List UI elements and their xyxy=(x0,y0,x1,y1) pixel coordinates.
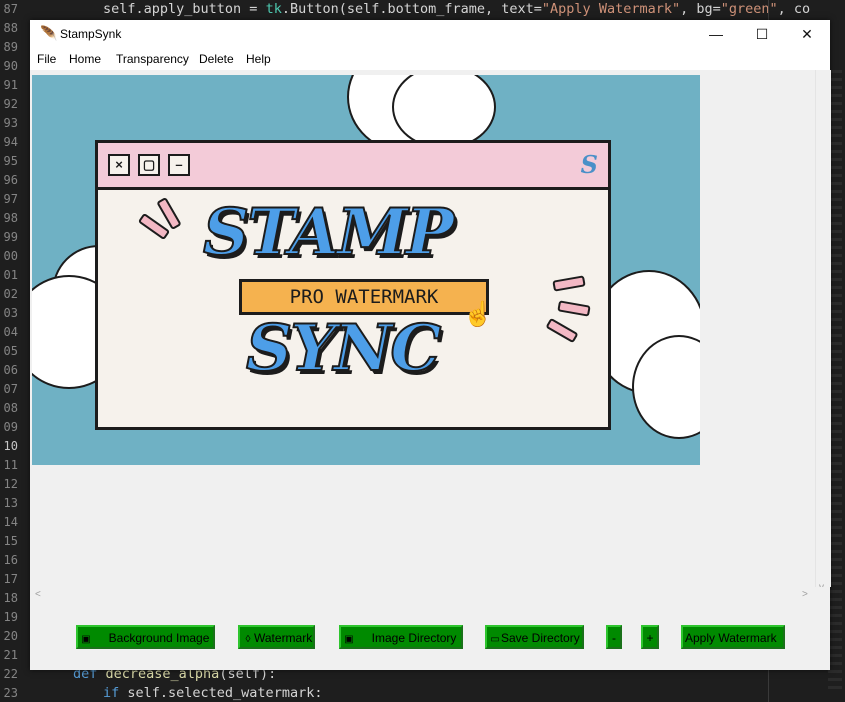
code-text: self.apply_button = xyxy=(103,1,266,17)
title-bar[interactable]: 🪶 StampSynk — ☐ ✕ xyxy=(30,20,830,48)
line-number: 93 xyxy=(3,116,18,130)
line-number: 08 xyxy=(3,401,18,415)
image-icon: ▣ xyxy=(81,634,91,645)
line-number: 10 xyxy=(3,439,18,453)
accent-dash xyxy=(557,300,591,317)
line-number: 03 xyxy=(3,306,18,320)
pro-watermark-badge: PRO WATERMARK xyxy=(239,279,489,315)
minimize-button[interactable]: — xyxy=(693,20,739,48)
menu-transparency[interactable]: Transparency xyxy=(116,52,189,66)
decrease-alpha-button[interactable]: - xyxy=(606,625,622,649)
image-directory-button[interactable]: ▣ Image Directory xyxy=(339,625,463,649)
line-number: 98 xyxy=(3,211,18,225)
line-number: 06 xyxy=(3,363,18,377)
scroll-left-arrow[interactable]: < xyxy=(35,589,41,600)
line-number: 20 xyxy=(3,629,18,643)
background-image-button[interactable]: ▣ Background Image xyxy=(76,625,215,649)
line-number: 92 xyxy=(3,97,18,111)
increase-alpha-button[interactable]: + xyxy=(641,625,659,649)
minimize-icon: – xyxy=(168,154,190,176)
line-number: 88 xyxy=(3,21,18,35)
logo-word-sync: SYNC xyxy=(245,310,442,387)
horizontal-scrollbar[interactable]: < > xyxy=(30,587,830,604)
code-text: tk xyxy=(265,1,282,17)
watermark-button[interactable]: ◊ Watermark xyxy=(238,625,315,649)
maximize-button[interactable]: ☐ xyxy=(739,20,785,48)
line-number: 02 xyxy=(3,287,18,301)
scroll-right-arrow[interactable]: > xyxy=(802,589,808,600)
code-text: , co xyxy=(777,1,811,17)
line-number: 96 xyxy=(3,173,18,187)
line-number: 00 xyxy=(3,249,18,263)
line-number: 89 xyxy=(3,40,18,54)
code-text: if xyxy=(103,685,128,701)
line-number: 16 xyxy=(3,553,18,567)
line-number: 17 xyxy=(3,572,18,586)
apply-watermark-button[interactable]: Apply Watermark xyxy=(681,625,785,649)
code-text: self.selected_watermark: xyxy=(127,685,323,701)
drop-icon: ◊ xyxy=(245,634,251,645)
code-text: "Apply Watermark" xyxy=(541,1,681,17)
accent-dash xyxy=(545,317,579,344)
line-number: 01 xyxy=(3,268,18,282)
button-label: Watermark xyxy=(254,631,313,645)
feather-icon: 🪶 xyxy=(40,25,58,41)
line-number: 90 xyxy=(3,59,18,73)
button-label: Save Directory xyxy=(501,631,580,645)
close-button[interactable]: ✕ xyxy=(784,20,830,48)
code-line-top: self.apply_button = tk.Button(self.botto… xyxy=(103,1,810,17)
line-number: 09 xyxy=(3,420,18,434)
line-number: 21 xyxy=(3,648,18,662)
background-image-preview: × ▢ – S STAMP PRO WATERMARK ☝ SYNC xyxy=(32,75,700,465)
image-icon: ▣ xyxy=(344,634,354,645)
menu-help[interactable]: Help xyxy=(246,52,271,66)
line-number: 05 xyxy=(3,344,18,358)
app-window: 🪶 StampSynk — ☐ ✕ File Home Transparency… xyxy=(30,20,831,670)
line-number: 13 xyxy=(3,496,18,510)
line-number: 99 xyxy=(3,230,18,244)
line-number-gutter: 87 88 89 90 91 92 93 94 95 96 97 98 99 00 01 02 03 04 05 06… xyxy=(0,0,30,702)
window-title: StampSynk xyxy=(60,27,122,41)
hand-cursor-icon: ☝ xyxy=(463,301,493,328)
button-label: Image Directory xyxy=(371,631,457,645)
maximize-icon: ▢ xyxy=(138,154,160,176)
logo-word-stamp: STAMP xyxy=(202,194,455,271)
code-text: .Button(self.bottom_frame, text= xyxy=(281,1,542,17)
line-number: 18 xyxy=(3,591,18,605)
menu-bar: File Home Transparency Delete Help xyxy=(30,48,830,70)
line-number: 95 xyxy=(3,154,18,168)
line-number: 23 xyxy=(3,686,18,700)
line-number: 12 xyxy=(3,477,18,491)
folder-icon: ▭ xyxy=(490,634,500,645)
code-line-if: if self.selected_watermark: xyxy=(103,685,322,701)
close-icon: × xyxy=(108,154,130,176)
line-number: 19 xyxy=(3,610,18,624)
line-number: 91 xyxy=(3,78,18,92)
menu-home[interactable]: Home xyxy=(69,52,101,66)
code-text: , bg= xyxy=(680,1,721,17)
logo-window-bar: × ▢ – S xyxy=(98,143,608,190)
line-number: 22 xyxy=(3,667,18,681)
line-number: 87 xyxy=(3,2,18,16)
logo-window: × ▢ – S STAMP PRO WATERMARK ☝ SYNC xyxy=(95,140,611,430)
line-number: 14 xyxy=(3,515,18,529)
accent-dash xyxy=(552,275,586,292)
line-number: 97 xyxy=(3,192,18,206)
line-number: 94 xyxy=(3,135,18,149)
code-text: "green" xyxy=(720,1,778,17)
menu-file[interactable]: File xyxy=(37,52,56,66)
line-number: 15 xyxy=(3,534,18,548)
line-number: 11 xyxy=(3,458,18,472)
save-directory-button[interactable]: ▭Save Directory xyxy=(485,625,584,649)
vertical-scrollbar[interactable]: v xyxy=(815,70,831,593)
button-label: Background Image xyxy=(108,631,210,645)
line-number: 04 xyxy=(3,325,18,339)
menu-delete[interactable]: Delete xyxy=(199,52,234,66)
logo-s-icon: S xyxy=(580,150,598,179)
line-number: 07 xyxy=(3,382,18,396)
bottom-button-bar: ▣ Background Image ◊ Watermark ▣ Image Di… xyxy=(30,604,830,670)
